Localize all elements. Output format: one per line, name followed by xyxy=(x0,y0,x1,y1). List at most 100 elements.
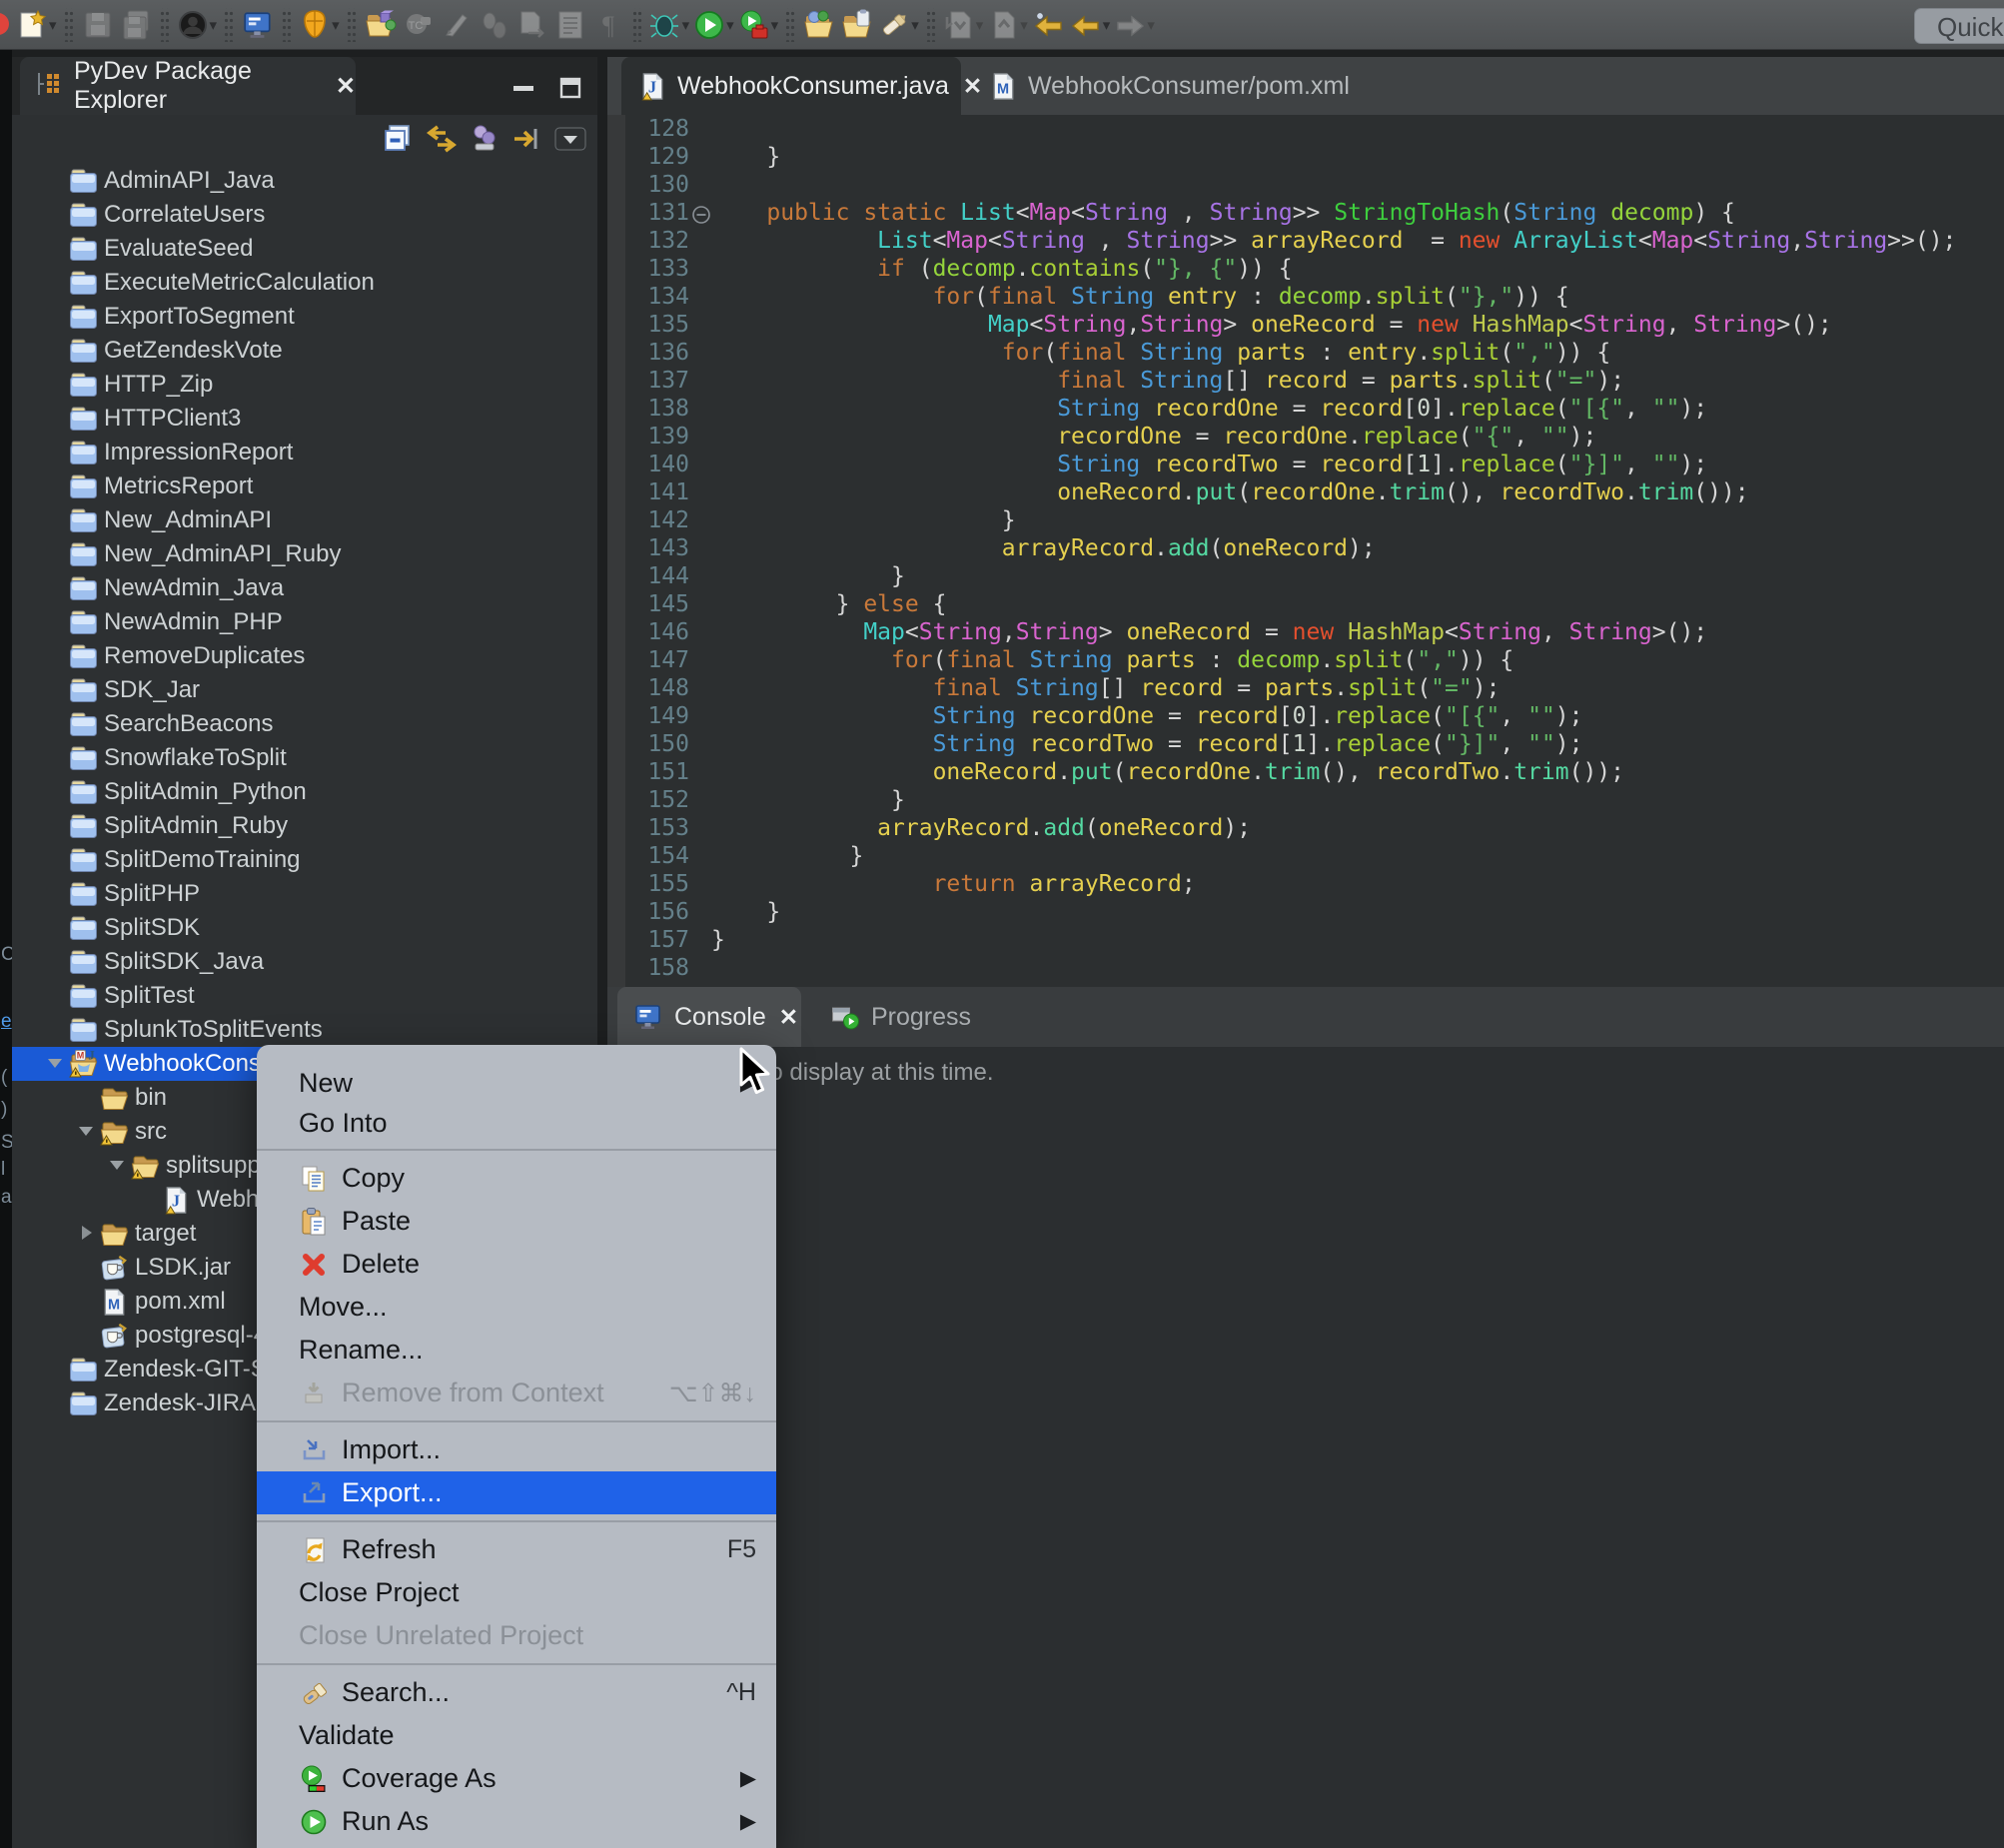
code-text: String recordTwo = record[1].replace("}]… xyxy=(711,451,1707,478)
menu-item-label: Paste xyxy=(342,1206,411,1237)
menu-item-close-project[interactable]: Close Project xyxy=(257,1571,776,1614)
menu-item-label: Rename... xyxy=(299,1335,424,1366)
debug-button[interactable]: ▾ xyxy=(649,6,690,44)
menu-item-go-into[interactable]: Go Into xyxy=(257,1103,776,1143)
tree-item-removeduplicates[interactable]: RemoveDuplicates xyxy=(12,639,597,673)
open-task-button[interactable] xyxy=(840,6,874,44)
link-with-editor-icon[interactable] xyxy=(425,122,459,161)
console-tab-console[interactable]: Console✕ xyxy=(617,987,801,1047)
tree-item-newadmin-php[interactable]: NewAdmin_PHP xyxy=(12,605,597,639)
menu-item-label: Close Unrelated Project xyxy=(299,1620,583,1651)
close-icon[interactable]: ✕ xyxy=(336,72,356,101)
close-icon[interactable]: ✕ xyxy=(779,1004,798,1031)
chevron-down-icon[interactable]: ▾ xyxy=(911,16,919,34)
minimize-button[interactable] xyxy=(509,77,539,99)
package-explorer-tab-label: PyDev Package Explorer xyxy=(74,57,322,115)
chevron-down-icon[interactable]: ▾ xyxy=(726,16,734,34)
menu-item-paste[interactable]: Paste xyxy=(257,1200,776,1243)
chevron-down-icon[interactable]: ▾ xyxy=(682,16,690,34)
menu-item-new[interactable]: New▶ xyxy=(257,1063,776,1103)
chevron-down-icon[interactable]: ▾ xyxy=(1147,16,1155,34)
code-viewport[interactable]: 128129 }130131 public static List<Map<St… xyxy=(607,115,2004,987)
menu-item-search[interactable]: Search...^H xyxy=(257,1671,776,1714)
tree-item-correlateusers[interactable]: CorrelateUsers xyxy=(12,198,597,232)
menu-item-label: Export... xyxy=(342,1477,443,1508)
new-wizard-button[interactable]: ▾ xyxy=(16,6,57,44)
expander-open-icon[interactable] xyxy=(75,1120,99,1144)
tree-item-splittest[interactable]: SplitTest xyxy=(12,979,597,1013)
focus-task-icon[interactable] xyxy=(510,122,544,161)
mark-occurrences-button[interactable]: ▾ xyxy=(878,6,919,44)
tree-item-new-adminapi-ruby[interactable]: New_AdminAPI_Ruby xyxy=(12,537,597,571)
expander-open-icon[interactable] xyxy=(44,1052,68,1076)
tree-item-splitsdk[interactable]: SplitSDK xyxy=(12,911,597,945)
chevron-down-icon[interactable]: ▾ xyxy=(49,16,57,34)
menu-item-delete[interactable]: Delete xyxy=(257,1243,776,1286)
package-presentation-icon[interactable] xyxy=(468,122,501,161)
tree-item-searchbeacons[interactable]: SearchBeacons xyxy=(12,707,597,741)
tree-item-executemetriccalculation[interactable]: ExecuteMetricCalculation xyxy=(12,266,597,300)
chevron-down-icon[interactable]: ▾ xyxy=(210,16,218,34)
menu-item-move[interactable]: Move... xyxy=(257,1286,776,1329)
tree-item-new-adminapi[interactable]: New_AdminAPI xyxy=(12,503,597,537)
code-line-135: 135 Map<String,String> oneRecord = new H… xyxy=(607,311,2004,339)
menu-item-refresh[interactable]: RefreshF5 xyxy=(257,1528,776,1571)
chevron-down-icon[interactable]: ▾ xyxy=(1020,16,1028,34)
tree-item-httpclient3[interactable]: HTTPClient3 xyxy=(12,402,597,436)
project-context-menu: New▶Go Into Copy Paste DeleteMove... Rename.… xyxy=(257,1045,776,1848)
tree-item-splitphp[interactable]: SplitPHP xyxy=(12,877,597,911)
tree-item-newadmin-java[interactable]: NewAdmin_Java xyxy=(12,571,597,605)
tree-item-snowflaketosplit[interactable]: SnowflakeToSplit xyxy=(12,741,597,775)
chevron-down-icon[interactable]: ▾ xyxy=(976,16,984,34)
expander-open-icon[interactable] xyxy=(106,1154,130,1178)
last-edit-location-button[interactable] xyxy=(1032,6,1066,44)
back-button[interactable]: ▾ xyxy=(1070,6,1111,44)
chevron-down-icon[interactable]: ▾ xyxy=(1103,16,1111,34)
tree-item-adminapi-java[interactable]: AdminAPI_Java xyxy=(12,164,597,198)
submenu-arrow-icon: ▶ xyxy=(740,1809,756,1834)
chevron-down-icon[interactable]: ▾ xyxy=(771,16,779,34)
tree-item-sdk-jar[interactable]: SDK_Jar xyxy=(12,673,597,707)
line-number: 138 xyxy=(625,395,689,423)
tree-item-splitadmin-ruby[interactable]: SplitAdmin_Ruby xyxy=(12,809,597,843)
tree-item-splitsdk-java[interactable]: SplitSDK_Java xyxy=(12,945,597,979)
menu-item-copy[interactable]: Copy xyxy=(257,1157,776,1200)
open-console-button[interactable] xyxy=(241,6,275,44)
fold-collapse-icon[interactable] xyxy=(691,204,711,224)
tree-item-http-zip[interactable]: HTTP_Zip xyxy=(12,368,597,402)
tree-item-evaluateseed[interactable]: EvaluateSeed xyxy=(12,232,597,266)
menu-item-export[interactable]: Export... xyxy=(257,1471,776,1514)
menu-item-run-as[interactable]: Run As▶ xyxy=(257,1800,776,1843)
open-perspective-button[interactable] xyxy=(802,6,836,44)
quick-access-button[interactable]: Quick Ac xyxy=(1914,8,2004,44)
tree-item-splitdemotraining[interactable]: SplitDemoTraining xyxy=(12,843,597,877)
collapse-all-icon[interactable] xyxy=(382,122,416,161)
code-line-138: 138 String recordOne = record[0].replace… xyxy=(607,395,2004,423)
menu-item-rename[interactable]: Rename... xyxy=(257,1329,776,1372)
tab-pydev-package-explorer[interactable]: PyDev Package Explorer ✕ xyxy=(20,57,356,115)
edge-fragment: ( xyxy=(1,1067,7,1089)
run-button[interactable]: ▾ xyxy=(693,6,734,44)
editor-tab-label: WebhookConsumer.java xyxy=(677,72,949,101)
menu-item-import[interactable]: Import... xyxy=(257,1428,776,1471)
tree-item-impressionreport[interactable]: ImpressionReport xyxy=(12,436,597,469)
expander-closed-icon[interactable] xyxy=(75,1222,99,1246)
editor-tab-webhookconsumer-java[interactable]: JWebhookConsumer.java✕ xyxy=(621,57,961,115)
tree-item-splitadmin-python[interactable]: SplitAdmin_Python xyxy=(12,775,597,809)
tree-item-splunktosplitevents[interactable]: SplunkToSplitEvents xyxy=(12,1013,597,1047)
tree-item-metricsreport[interactable]: MetricsReport xyxy=(12,469,597,503)
menu-item-validate[interactable]: Validate xyxy=(257,1714,776,1757)
view-menu-icon[interactable] xyxy=(553,122,587,161)
maximize-button[interactable] xyxy=(556,77,586,99)
profile-button[interactable]: ▾ xyxy=(738,6,779,44)
tree-item-getzendeskvote[interactable]: GetZendeskVote xyxy=(12,334,597,368)
chevron-down-icon[interactable]: ▾ xyxy=(332,16,340,34)
open-folder-package-button[interactable] xyxy=(364,6,398,44)
menu-item-coverage-as[interactable]: Coverage As▶ xyxy=(257,1757,776,1800)
console-tab-progress[interactable]: Progress xyxy=(814,987,1014,1047)
editor-tab-webhookconsumer-pom-xml[interactable]: MWebhookConsumer/pom.xml xyxy=(972,57,1325,115)
expander-spacer xyxy=(44,542,68,566)
user-profile-button[interactable]: ▾ xyxy=(177,6,218,44)
tree-item-exporttosegment[interactable]: ExportToSegment xyxy=(12,300,597,334)
checkstyle-button[interactable]: ▾ xyxy=(299,6,340,44)
